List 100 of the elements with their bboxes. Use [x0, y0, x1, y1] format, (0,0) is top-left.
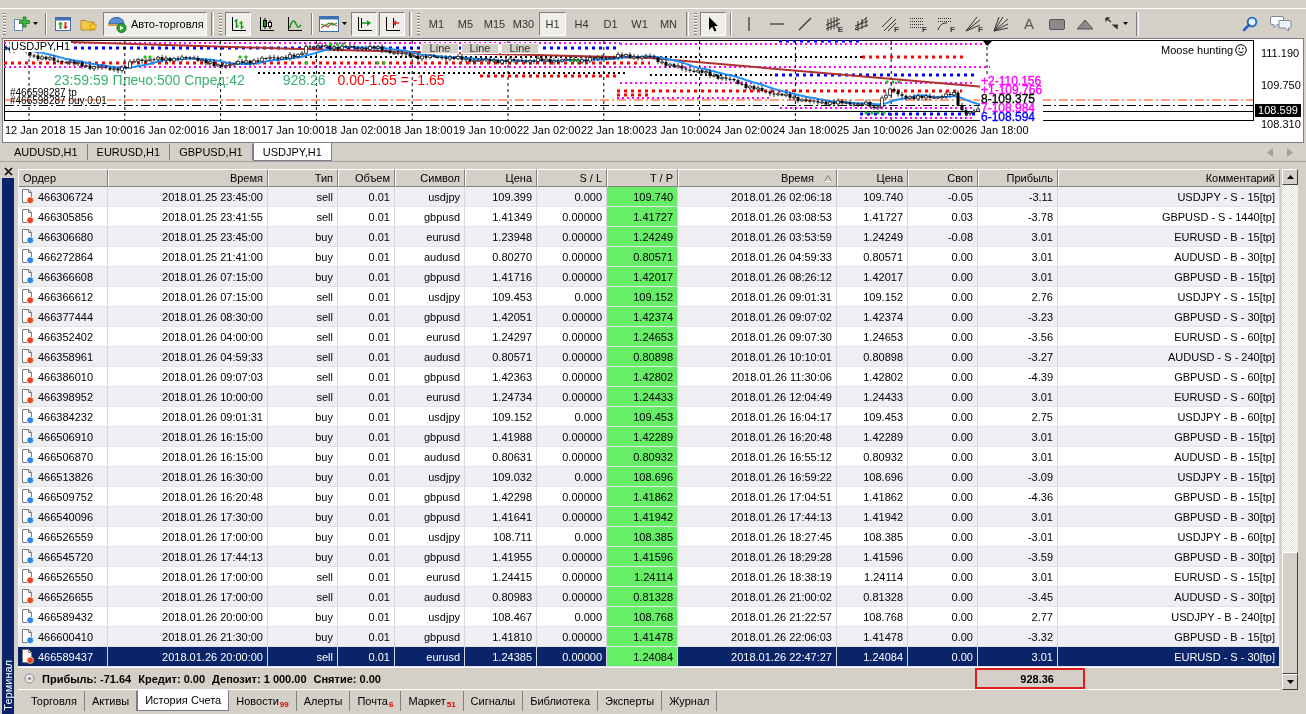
- panel-tab[interactable]: История Счета: [137, 690, 230, 711]
- column-header[interactable]: T / P: [607, 169, 678, 187]
- drawing-tool-button[interactable]: A: [1016, 11, 1042, 36]
- scroll-down-button[interactable]: [1282, 674, 1298, 690]
- table-row[interactable]: 466589432 2018.01.26 20:00:00 buy 0.01 usdjpy 108.467 0.000 108.768 2018.01.26 21:22:57 108.768 0.00 2.77 USDJPY - B - 240[tp]: [18, 607, 1280, 627]
- column-header[interactable]: Время: [678, 169, 837, 187]
- table-row[interactable]: 466545720 2018.01.26 17:44:13 buy 0.01 gbpusd 1.41955 0.00000 1.41596 2018.01.26 18:29:28 1.41596 0.00 -3.59 GBPUSD - B - 30[tp]: [18, 547, 1280, 567]
- drawing-tool-button[interactable]: E: [820, 11, 846, 36]
- table-row[interactable]: 466600410 2018.01.26 21:30:00 buy 0.01 gbpusd 1.41810 0.00000 1.41478 2018.01.26 22:06:03 1.41478 0.00 -3.32 GBPUSD - B - 15[tp]: [18, 627, 1280, 647]
- caret-icon: [1123, 22, 1128, 25]
- panel-tab[interactable]: Сигналы: [463, 691, 524, 711]
- parallel-lines-icon: [881, 15, 897, 32]
- price-axis-label: 109.750: [1261, 80, 1301, 91]
- drawing-tool-button[interactable]: F: [960, 11, 986, 36]
- time-axis-label: 12 Jan 2018: [5, 125, 66, 136]
- chart-type-button[interactable]: [225, 11, 251, 36]
- table-row[interactable]: 466377444 2018.01.26 08:30:00 sell 0.01 gbpusd 1.42051 0.00000 1.42374 2018.01.26 09:07:02 1.42374 0.00 -3.23 GBPUSD - S - 30[tp]: [18, 307, 1280, 327]
- time-axis-label: 24 Jan 18:00: [773, 125, 837, 136]
- scroll-up-button[interactable]: [1282, 169, 1298, 185]
- order-number: 466366612: [38, 290, 94, 303]
- table-row[interactable]: 466366608 2018.01.26 07:15:00 buy 0.01 gbpusd 1.41716 0.00000 1.42017 2018.01.26 08:26:12 1.42017 0.00 3.01 GBPUSD - B - 15[tp]: [18, 267, 1280, 287]
- chart-shift-button[interactable]: [379, 11, 405, 36]
- search-icon: [1242, 15, 1258, 32]
- autoscroll-button[interactable]: [351, 11, 377, 36]
- timeframe-button[interactable]: D1: [597, 11, 624, 36]
- take-profit: 108.768: [607, 607, 678, 627]
- table-row[interactable]: 466506870 2018.01.26 16:15:00 buy 0.01 audusd 0.80631 0.00000 0.80932 2018.01.26 16:55:12 0.80932 0.00 3.01 AUDUSD - B - 15[tp]: [18, 447, 1280, 467]
- order-number: 466513826: [38, 470, 94, 483]
- table-row[interactable]: 466526550 2018.01.26 17:00:00 sell 0.01 eurusd 1.24415 0.00000 1.24114 2018.01.26 18:38:19 1.24114 0.00 3.01 EURUSD - S - 15[tp]: [18, 567, 1280, 587]
- autotrading-button[interactable]: Авто-торговля: [103, 11, 207, 36]
- level-label: +1-109.766: [980, 86, 1044, 95]
- close-icon[interactable]: [3, 167, 13, 176]
- take-profit: 1.41596: [607, 547, 678, 567]
- timeframe-button[interactable]: MN: [655, 11, 682, 36]
- table-row[interactable]: 466384232 2018.01.26 09:01:31 buy 0.01 usdjpy 109.152 0.000 109.453 2018.01.26 16:04:17 109.453 0.00 2.75 USDJPY - B - 60[tp]: [18, 407, 1280, 427]
- table-row[interactable]: 466398952 2018.01.26 10:00:00 sell 0.01 eurusd 1.24734 0.00000 1.24433 2018.01.26 12:04:49 1.24433 0.00 3.01 EURUSD - S - 60[tp]: [18, 387, 1280, 407]
- scrollbar[interactable]: [1282, 169, 1298, 690]
- time-axis-label: 16 Jan 18:00: [197, 125, 261, 136]
- take-profit: 1.24114: [607, 567, 678, 587]
- chart-tab[interactable]: GBPUSD,H1: [170, 144, 253, 160]
- column-header[interactable]: Своп: [908, 169, 978, 187]
- arrows-icon: [1104, 15, 1120, 32]
- column-header[interactable]: Объем: [338, 169, 395, 187]
- chart-tab[interactable]: USDJPY,H1: [252, 143, 332, 161]
- timeframe-button[interactable]: H4: [568, 11, 595, 36]
- timeframe-button[interactable]: M30: [510, 11, 537, 36]
- chart-tab[interactable]: AUDUSD,H1: [5, 144, 88, 160]
- close-time: 2018.01.26 22:47:27: [678, 647, 837, 667]
- take-profit: 109.740: [607, 187, 678, 207]
- column-header[interactable]: S / L: [537, 169, 607, 187]
- timeframe-button[interactable]: M15: [481, 11, 508, 36]
- timeframe-button[interactable]: H1: [539, 11, 566, 36]
- drawing-tool-button[interactable]: F: [876, 11, 902, 36]
- take-profit: 108.696: [607, 467, 678, 487]
- time-axis-label: 17 Jan 10:00: [261, 125, 325, 136]
- column-header[interactable]: Символ: [395, 169, 465, 187]
- panel-tab[interactable]: Алерты: [296, 691, 351, 711]
- table-row[interactable]: 466506910 2018.01.26 16:15:00 buy 0.01 gbpusd 1.41988 0.00000 1.42289 2018.01.26 16:20:48 1.42289 0.00 3.01 GBPUSD - B - 15[tp]: [18, 427, 1280, 447]
- table-row[interactable]: 466526559 2018.01.26 17:00:00 buy 0.01 usdjpy 108.711 0.000 108.385 2018.01.26 18:27:45 108.385 0.00 -3.01 USDJPY - B - 60[tp]: [18, 527, 1280, 547]
- drawing-tool-button[interactable]: [700, 11, 726, 36]
- table-row[interactable]: 466306680 2018.01.25 23:45:00 buy 0.01 eurusd 1.23948 0.00000 1.24249 2018.01.26 03:53:59 1.24249 -0.08 3.01 EURUSD - B - 15[tp]: [18, 227, 1280, 247]
- dotted-arc-icon: [937, 15, 953, 32]
- take-profit: 109.453: [607, 407, 678, 427]
- table-row[interactable]: 466589437 2018.01.26 20:00:00 sell 0.01 eurusd 1.24385 0.00000 1.24084 2018.01.26 22:47:27 1.24084 0.00 3.01 EURUSD - S - 30[tp]: [18, 647, 1280, 667]
- timeframe-button[interactable]: W1: [626, 11, 653, 36]
- table-row[interactable]: 466272864 2018.01.25 21:41:00 buy 0.01 audusd 0.80270 0.00000 0.80571 2018.01.26 04:59:33 0.80571 0.00 3.01 AUDUSD - B - 30[tp]: [18, 247, 1280, 267]
- bar-chart-icon: [230, 15, 246, 32]
- table-row[interactable]: 466540096 2018.01.26 17:30:00 buy 0.01 gbpusd 1.41641 0.00000 1.41942 2018.01.26 17:44:13 1.41942 0.00 3.01 GBPUSD - B - 30[tp]: [18, 507, 1280, 527]
- table-row[interactable]: 466306724 2018.01.25 23:45:00 sell 0.01 usdjpy 109.399 0.000 109.740 2018.01.26 02:06:18 109.740 -0.05 -3.11 USDJPY - S - 15[tp]: [18, 187, 1280, 207]
- table-row[interactable]: 466352402 2018.01.26 04:00:00 sell 0.01 eurusd 1.24297 0.00000 1.24653 2018.01.26 09:07:30 1.24653 0.00 -3.56 EURUSD - S - 60[tp]: [18, 327, 1280, 347]
- table-row[interactable]: 466386010 2018.01.26 09:07:03 sell 0.01 gbpusd 1.42363 0.00000 1.42802 2018.01.26 11:30:06 1.42802 0.00 -4.39 GBPUSD - S - 60[tp]: [18, 367, 1280, 387]
- column-header[interactable]: Прибыль: [978, 169, 1058, 187]
- line-tag: Line: [501, 43, 539, 54]
- drawing-tool-button[interactable]: F: [904, 11, 930, 36]
- table-row[interactable]: 466366612 2018.01.26 07:15:00 sell 0.01 usdjpy 109.453 0.000 109.152 2018.01.26 09:01:31 109.152 0.00 2.76 USDJPY - S - 15[tp]: [18, 287, 1280, 307]
- timeframe-button[interactable]: M1: [423, 11, 450, 36]
- table-row[interactable]: 466509752 2018.01.26 16:20:48 buy 0.01 gbpusd 1.42298 0.00000 1.41862 2018.01.26 17:04:51 1.41862 0.00 -4.36 GBPUSD - B - 15[tp]: [18, 487, 1280, 507]
- table-row[interactable]: 466358961 2018.01.26 04:59:33 sell 0.01 audusd 0.80571 0.00000 0.80898 2018.01.26 10:10:01 0.80898 0.00 -3.27 AUDUSD - S - 240[tp]: [18, 347, 1280, 367]
- panel-tab[interactable]: Торговля: [24, 691, 85, 711]
- drawing-tool-button[interactable]: F: [932, 11, 958, 36]
- panel-tab[interactable]: Библиотека: [523, 691, 599, 711]
- column-header[interactable]: Цена: [837, 169, 908, 187]
- column-header[interactable]: Комментарий: [1058, 169, 1280, 187]
- time-axis-label: 16 Jan 02:00: [133, 125, 197, 136]
- column-header[interactable]: Тип: [268, 169, 338, 187]
- panel-tab[interactable]: Эксперты: [598, 691, 663, 711]
- table-row[interactable]: 466526655 2018.01.26 17:00:00 sell 0.01 audusd 0.80983 0.00000 0.81328 2018.01.26 21:00:02 0.81328 0.00 -3.45 AUDUSD - S - 30[tp]: [18, 587, 1280, 607]
- timeframe-button[interactable]: M5: [452, 11, 479, 36]
- time-axis-label: 18 Jan 18:00: [389, 125, 453, 136]
- chart-tab[interactable]: EURUSD,H1: [87, 144, 171, 160]
- table-row[interactable]: 466513826 2018.01.26 16:30:00 buy 0.01 usdjpy 109.032 0.000 108.696 2018.01.26 16:59:22 108.696 0.00 -3.09 USDJPY - B - 15[tp]: [18, 467, 1280, 487]
- comment: EURUSD - S - 30[tp]: [1058, 647, 1280, 667]
- column-header[interactable]: Ордер: [18, 169, 108, 187]
- scroll-thumb[interactable]: [1282, 551, 1298, 674]
- column-header[interactable]: Время: [108, 169, 268, 187]
- order-number: 466526550: [38, 570, 94, 583]
- table-row[interactable]: 466305856 2018.01.25 23:41:55 sell 0.01 gbpusd 1.41349 0.00000 1.41727 2018.01.26 03:08:53 1.41727 0.03 -3.78 GBPUSD - S - 1440[tp]: [18, 207, 1280, 227]
- take-profit: 1.24084: [607, 647, 678, 667]
- panel-tab[interactable]: Журнал: [662, 691, 718, 711]
- column-header[interactable]: Цена: [465, 169, 537, 187]
